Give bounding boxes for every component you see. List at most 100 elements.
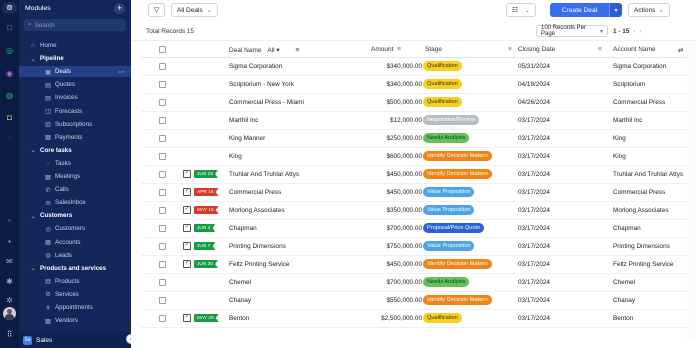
account-name-link[interactable]: Commercial Press — [613, 99, 665, 106]
deal-name-link[interactable]: King — [229, 153, 242, 160]
account-name-link[interactable]: Chanay — [613, 297, 635, 304]
row-checkbox[interactable] — [159, 225, 166, 232]
header-stage[interactable]: Stage — [425, 46, 442, 53]
sidebar-item-customers[interactable]: ⌄ Customers — [19, 210, 131, 221]
support-rail-icon[interactable]: ✲ — [4, 295, 15, 306]
deal-filter-select[interactable]: All ▾ — [267, 47, 279, 54]
sidebar-footer[interactable]: Sa Sales — [19, 332, 131, 348]
sidebar-item-customers[interactable]: ◎ Customers — [19, 223, 131, 234]
activity-rail-icon[interactable]: ◎ — [4, 45, 15, 56]
prev-page-icon[interactable]: ‹ — [633, 28, 635, 35]
target-rail-icon[interactable]: ◉ — [4, 68, 15, 79]
deal-name-link[interactable]: Scriptorium - New York — [229, 81, 294, 88]
deal-name-link[interactable]: Sigma Corporation — [229, 63, 282, 70]
sidebar-item-salesinbox[interactable]: ✉ SalesInbox — [19, 197, 131, 208]
row-checkbox[interactable] — [159, 63, 166, 70]
task-check-icon[interactable]: ✓ — [183, 206, 191, 214]
sidebar-item-forecasts[interactable]: ◫ Forecasts — [19, 106, 131, 117]
sidebar-item-payments[interactable]: ▦ Payments — [19, 132, 131, 143]
column-menu-icon[interactable]: ≡ — [295, 47, 299, 54]
table-row[interactable]: Chemel $700,000.00 Needs Analysis 03/17/202… — [141, 274, 687, 292]
row-checkbox[interactable] — [159, 81, 166, 88]
create-deal-dropdown-icon[interactable]: ▾ — [609, 3, 622, 17]
row-checkbox[interactable] — [159, 153, 166, 160]
filter-button[interactable]: ▽ — [148, 3, 165, 17]
row-checkbox[interactable] — [159, 117, 166, 124]
deal-name-link[interactable]: Printing Dimensions — [229, 243, 286, 250]
table-row[interactable]: ✓ JUN 4 Chapman $700,000.00 Proposal/Price Q… — [141, 220, 687, 238]
search-rail-icon[interactable]: ◌ — [4, 133, 15, 144]
account-name-link[interactable]: Printing Dimensions — [613, 243, 670, 250]
table-row[interactable]: ✓ JUN 25 Truhlar And Truhlar Attys $450,000… — [141, 166, 687, 184]
row-checkbox[interactable] — [159, 315, 166, 322]
home-rail-icon[interactable]: □ — [4, 22, 15, 33]
account-name-link[interactable]: Marthil Inc — [613, 117, 642, 124]
account-name-link[interactable]: Scriptorium — [613, 81, 645, 88]
table-row[interactable]: ✓ APR 16 Commercial Press $450,000.00 Value … — [141, 184, 687, 202]
header-account-name[interactable]: Account Name — [613, 46, 656, 53]
column-menu-icon[interactable]: ≡ — [397, 46, 401, 53]
table-row[interactable]: Chanay $550,000.00 Identify Decision Maker… — [141, 292, 687, 310]
add-module-button[interactable]: + — [114, 3, 125, 14]
task-check-icon[interactable]: ✓ — [183, 188, 191, 196]
header-deal-name[interactable]: Deal Name All ▾ ≡ — [229, 46, 299, 54]
deal-name-link[interactable]: Morlong Associates — [229, 207, 284, 214]
account-name-link[interactable]: King — [613, 153, 626, 160]
row-checkbox[interactable] — [159, 243, 166, 250]
deal-name-link[interactable]: King Manner — [229, 135, 265, 142]
deal-name-link[interactable]: Chemel — [229, 279, 251, 286]
select-all-checkbox[interactable] — [159, 46, 166, 53]
table-row[interactable]: ✓ JUN 30 Feltz Printing Service $450,000.00… — [141, 256, 687, 274]
deal-name-link[interactable]: Marthil Inc — [229, 117, 258, 124]
table-row[interactable]: ✓ JUN 7 Printing Dimensions $750,000.00 Valu… — [141, 238, 687, 256]
column-settings-icon[interactable]: ⇄ — [678, 46, 683, 54]
header-closing-date[interactable]: Closing Date — [518, 46, 555, 53]
mail-rail-icon[interactable]: ✉ — [4, 256, 15, 267]
task-check-icon[interactable]: ✓ — [183, 170, 191, 178]
cog-rail-icon[interactable]: ✱ — [4, 276, 15, 287]
view-toggle-button[interactable]: ☷ ⌄ — [506, 3, 536, 17]
chart-rail-icon[interactable]: ◍ — [4, 90, 15, 101]
sidebar-item-appointments[interactable]: ⚘ Appointments — [19, 302, 131, 313]
next-page-icon[interactable]: › — [639, 28, 641, 35]
account-name-link[interactable]: Truhlar And Truhlar Attys — [613, 171, 683, 178]
sidebar-item-products[interactable]: ▤ Products — [19, 276, 131, 287]
task-check-icon[interactable]: ✓ — [183, 260, 191, 268]
doc-rail-icon[interactable]: ▫ — [4, 215, 15, 226]
sidebar-item-quotes[interactable]: ▤ Quotes — [19, 79, 131, 90]
sidebar-item-subscriptions[interactable]: ▥ Subscriptions — [19, 119, 131, 130]
table-row[interactable]: Commercial Press - Miami $500,000.00 Quali… — [141, 94, 687, 112]
records-per-page-select[interactable]: 100 Records Per Page ▾ — [536, 25, 608, 37]
table-row[interactable]: ✓ MAY 16 Morlong Associates $350,000.00 Valu… — [141, 202, 687, 220]
task-check-icon[interactable]: ✓ — [183, 242, 191, 250]
column-menu-icon[interactable]: ≡ — [598, 46, 602, 53]
row-checkbox[interactable] — [159, 261, 166, 268]
deal-name-link[interactable]: Commercial Press — [229, 189, 281, 196]
account-name-link[interactable]: Chapman — [613, 225, 641, 232]
sidebar-item-vendors[interactable]: ▦ Vendors — [19, 315, 131, 326]
sidebar-item-tasks[interactable]: ◌ Tasks — [19, 158, 131, 169]
user-avatar[interactable] — [3, 307, 16, 320]
task-check-icon[interactable]: ✓ — [183, 314, 191, 322]
row-checkbox[interactable] — [159, 135, 166, 142]
view-select[interactable]: All Deals ⌄ — [171, 3, 218, 17]
actions-button[interactable]: Actions ⌄ — [628, 3, 670, 17]
header-date-menu[interactable]: ≡ — [596, 46, 602, 53]
sidebar-item-core-tasks[interactable]: ⌄ Core tasks — [19, 145, 131, 156]
deal-name-link[interactable]: Feltz Printing Service — [229, 261, 289, 268]
more-options-icon[interactable]: ⋯ — [118, 68, 125, 76]
app-logo-icon[interactable]: ⊚ — [2, 2, 17, 14]
table-row[interactable]: Marthil Inc $12,000.00 Negotiation/Review 0… — [141, 112, 687, 130]
row-checkbox[interactable] — [159, 171, 166, 178]
sidebar-item-accounts[interactable]: ▦ Accounts — [19, 237, 131, 248]
deal-name-link[interactable]: Chapman — [229, 225, 257, 232]
sidebar-item-deals[interactable]: ▣ Deals ⋯ — [19, 66, 131, 78]
sidebar-item-services[interactable]: ⚙ Services — [19, 289, 131, 300]
table-row[interactable]: King Manner $250,000.00 Needs Analysis 03/1… — [141, 130, 687, 148]
table-row[interactable]: ✓ MAY 25 Benton $2,500,000.00 Qualification 0… — [141, 310, 687, 328]
bag-rail-icon[interactable]: ◘ — [4, 112, 15, 123]
sidebar-item-meetings[interactable]: ▦ Meetings — [19, 171, 131, 182]
deal-name-link[interactable]: Truhlar And Truhlar Attys — [229, 171, 299, 178]
create-deal-label[interactable]: Create Deal — [550, 3, 609, 17]
table-row[interactable]: Scriptorium - New York $340,000.00 Qualifi… — [141, 76, 687, 94]
